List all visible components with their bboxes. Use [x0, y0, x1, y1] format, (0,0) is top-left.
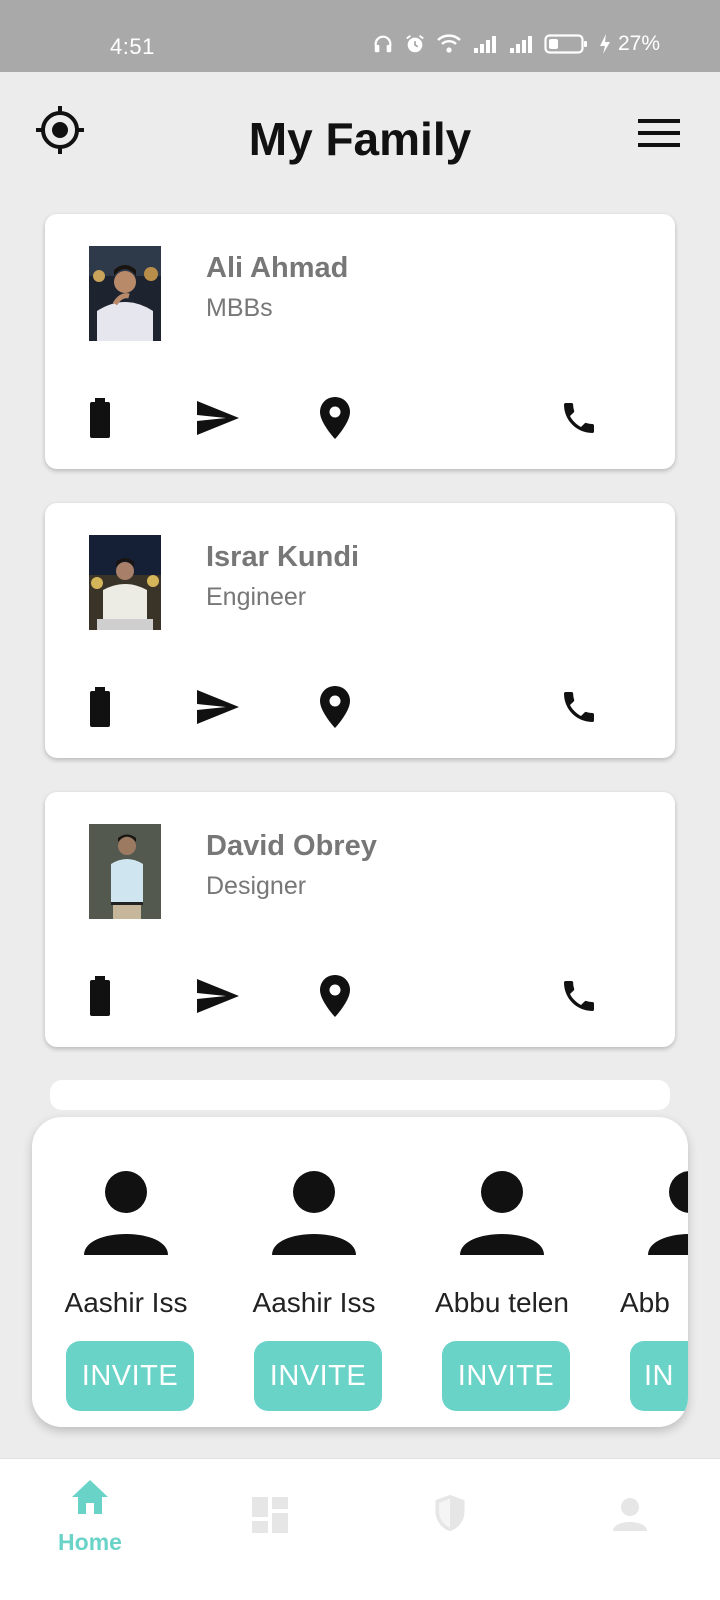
- nav-home[interactable]: Home: [0, 1459, 180, 1600]
- call-button[interactable]: [555, 972, 603, 1020]
- battery-icon: [90, 398, 110, 438]
- hamburger-menu-icon: [638, 119, 680, 147]
- nav-home-label: Home: [58, 1529, 122, 1555]
- battery-icon: [90, 687, 110, 727]
- member-role: MBBs: [206, 294, 273, 322]
- member-card-partial[interactable]: [50, 1080, 670, 1110]
- send-icon: [197, 979, 239, 1013]
- alarm-icon: [406, 35, 424, 53]
- avatar: [89, 535, 161, 630]
- contact-name: Aashir Iss: [252, 1287, 376, 1318]
- dashboard-icon: [252, 1497, 288, 1533]
- person-icon: [613, 1498, 647, 1531]
- person-icon: [460, 1171, 544, 1255]
- send-button[interactable]: [194, 683, 242, 731]
- member-card[interactable]: Israr Kundi Engineer: [45, 503, 675, 758]
- menu-button[interactable]: [636, 116, 682, 150]
- signal-icon: [474, 36, 496, 53]
- battery-icon: [90, 976, 110, 1016]
- person-icon: [272, 1171, 356, 1255]
- battery-icon: [544, 34, 587, 54]
- invite-button[interactable]: IN: [630, 1341, 688, 1411]
- member-name: Israr Kundi: [206, 541, 360, 573]
- signal-icon: [510, 36, 532, 53]
- avatar: [89, 246, 161, 341]
- invite-button[interactable]: INVITE: [254, 1341, 382, 1411]
- wifi-icon: [437, 34, 461, 53]
- phone-icon: [564, 981, 594, 1011]
- bottom-navigation: Home: [0, 1458, 720, 1600]
- call-button[interactable]: [555, 394, 603, 442]
- member-card[interactable]: Ali Ahmad MBBs: [45, 214, 675, 469]
- status-time: 4:51: [110, 34, 155, 59]
- app-header: My Family: [0, 72, 720, 212]
- location-button[interactable]: [311, 394, 359, 442]
- battery-button[interactable]: [76, 683, 124, 731]
- person-icon: [84, 1171, 168, 1255]
- send-button[interactable]: [194, 394, 242, 442]
- member-role: Engineer: [206, 583, 307, 611]
- nav-profile[interactable]: [540, 1459, 720, 1600]
- contact-item: Aashir Iss INVITE: [36, 1117, 216, 1427]
- contact-item: Abbu telen INVITE: [412, 1117, 592, 1427]
- phone-icon: [564, 403, 594, 433]
- invite-button[interactable]: INVITE: [442, 1341, 570, 1411]
- status-icons: 27%: [372, 32, 660, 56]
- send-button[interactable]: [194, 972, 242, 1020]
- status-bar: 4:51 27%: [0, 0, 720, 72]
- location-pin-icon: [320, 975, 350, 1017]
- page-title: My Family: [248, 113, 472, 165]
- member-card[interactable]: David Obrey Designer: [45, 792, 675, 1047]
- member-name: Ali Ahmad: [206, 252, 349, 284]
- shield-icon: [435, 1494, 465, 1532]
- invite-contacts-panel[interactable]: Aashir Iss INVITE Aashir Iss INVITE Abbu…: [32, 1117, 688, 1427]
- contact-item: Abb IN: [600, 1117, 688, 1427]
- send-icon: [197, 401, 239, 435]
- member-role: Designer: [206, 872, 307, 900]
- member-name: David Obrey: [206, 830, 377, 862]
- battery-button[interactable]: [76, 394, 124, 442]
- call-button[interactable]: [555, 683, 603, 731]
- contact-item: Aashir Iss INVITE: [224, 1117, 404, 1427]
- nav-dashboard[interactable]: [180, 1459, 360, 1600]
- battery-percent: 27%: [618, 32, 661, 55]
- headphones-icon: [374, 35, 392, 53]
- contact-name: Abbu telen: [435, 1287, 569, 1318]
- person-icon: [648, 1171, 688, 1255]
- location-pin-icon: [320, 686, 350, 728]
- contact-name: Abb: [620, 1287, 670, 1318]
- charging-icon: [600, 34, 610, 54]
- phone-icon: [564, 692, 594, 722]
- contact-name: Aashir Iss: [64, 1287, 188, 1318]
- location-pin-icon: [320, 397, 350, 439]
- nav-security[interactable]: [360, 1459, 540, 1600]
- avatar: [89, 824, 161, 919]
- location-button[interactable]: [311, 972, 359, 1020]
- battery-button[interactable]: [76, 972, 124, 1020]
- send-icon: [197, 690, 239, 724]
- invite-button[interactable]: INVITE: [66, 1341, 194, 1411]
- location-button[interactable]: [311, 683, 359, 731]
- home-icon: [72, 1480, 108, 1514]
